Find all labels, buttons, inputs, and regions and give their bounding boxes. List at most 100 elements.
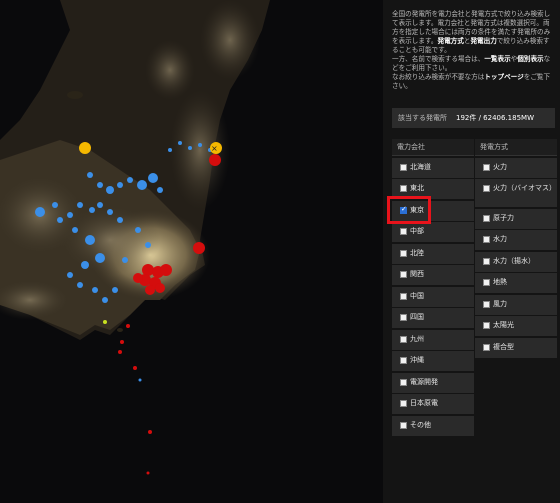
marker[interactable] bbox=[118, 350, 122, 354]
company-option[interactable]: 東京 bbox=[392, 200, 474, 221]
marker[interactable] bbox=[81, 261, 89, 269]
marker[interactable] bbox=[97, 182, 103, 188]
company-option[interactable]: 九州 bbox=[392, 329, 474, 350]
marker[interactable] bbox=[87, 172, 93, 178]
marker[interactable] bbox=[89, 207, 95, 213]
company-option[interactable]: 四国 bbox=[392, 308, 474, 328]
marker[interactable] bbox=[127, 177, 133, 183]
marker[interactable] bbox=[160, 264, 172, 276]
method-checkbox[interactable] bbox=[483, 343, 490, 351]
company-checkbox[interactable] bbox=[400, 163, 407, 171]
marker[interactable] bbox=[72, 227, 78, 233]
marker[interactable] bbox=[67, 272, 73, 278]
marker[interactable] bbox=[146, 471, 150, 475]
marker[interactable] bbox=[107, 209, 113, 215]
marker[interactable] bbox=[148, 430, 152, 434]
marker[interactable] bbox=[168, 148, 172, 152]
marker[interactable] bbox=[188, 146, 192, 150]
marker[interactable] bbox=[67, 212, 73, 218]
company-option[interactable]: その他 bbox=[392, 415, 474, 436]
company-checkbox[interactable] bbox=[400, 228, 407, 235]
company-checkbox[interactable] bbox=[400, 271, 407, 278]
marker[interactable] bbox=[137, 180, 147, 190]
company-checkbox[interactable] bbox=[400, 400, 407, 407]
marker[interactable] bbox=[126, 324, 130, 328]
marker[interactable] bbox=[193, 242, 205, 254]
marker[interactable] bbox=[138, 378, 142, 382]
company-checkbox[interactable] bbox=[400, 185, 407, 192]
method-checkbox[interactable] bbox=[483, 279, 490, 286]
top-page-link[interactable]: トップページ bbox=[484, 73, 523, 81]
method-option[interactable]: 太陽光 bbox=[475, 316, 557, 336]
marker[interactable] bbox=[120, 340, 124, 344]
method-option[interactable]: 原子力 bbox=[475, 208, 557, 229]
company-checkbox[interactable] bbox=[400, 378, 407, 386]
marker[interactable] bbox=[133, 273, 143, 283]
method-checkbox[interactable] bbox=[483, 322, 490, 329]
detail-view-link[interactable]: 個別表示 bbox=[517, 55, 543, 63]
marker[interactable] bbox=[106, 186, 114, 194]
company-checkbox[interactable] bbox=[400, 335, 407, 343]
marker[interactable] bbox=[92, 287, 98, 293]
method-option[interactable]: 風力 bbox=[475, 294, 557, 315]
method-option[interactable]: 地熱 bbox=[475, 273, 557, 293]
marker[interactable] bbox=[122, 257, 128, 263]
company-option[interactable]: 中部 bbox=[392, 222, 474, 242]
method-option[interactable]: 水力 bbox=[475, 230, 557, 250]
method-checkbox[interactable] bbox=[483, 257, 490, 265]
company-option[interactable]: 関西 bbox=[392, 265, 474, 285]
marker[interactable] bbox=[57, 217, 63, 223]
marker[interactable] bbox=[35, 207, 45, 217]
company-option[interactable]: 東北 bbox=[392, 179, 474, 199]
company-option[interactable]: 北海道 bbox=[392, 157, 474, 178]
company-option[interactable]: 中国 bbox=[392, 286, 474, 307]
desc-line2a: 一方、名前で検索する場合は、 bbox=[392, 55, 485, 63]
marker[interactable] bbox=[155, 283, 165, 293]
marker[interactable] bbox=[112, 287, 118, 293]
marker[interactable] bbox=[95, 253, 105, 263]
marker[interactable] bbox=[52, 202, 58, 208]
method-checkbox[interactable] bbox=[483, 185, 490, 192]
marker[interactable] bbox=[79, 142, 91, 154]
company-option[interactable]: 日本原電 bbox=[392, 394, 474, 414]
marker[interactable] bbox=[145, 242, 151, 248]
company-option[interactable]: 沖縄 bbox=[392, 351, 474, 371]
power-plant-map[interactable]: × bbox=[0, 0, 383, 503]
marker[interactable] bbox=[209, 154, 221, 166]
marker[interactable] bbox=[85, 235, 95, 245]
method-checkbox[interactable] bbox=[483, 300, 490, 308]
company-checkbox[interactable] bbox=[400, 357, 407, 364]
method-option[interactable]: 火力（バイオマス） bbox=[475, 179, 557, 207]
company-checkbox[interactable] bbox=[400, 205, 407, 214]
method-checkbox[interactable] bbox=[483, 214, 490, 222]
method-checkbox[interactable] bbox=[483, 236, 490, 243]
map-canvas[interactable]: × bbox=[0, 0, 383, 503]
company-option[interactable]: 電源開発 bbox=[392, 372, 474, 393]
marker[interactable] bbox=[135, 227, 141, 233]
company-checkbox[interactable] bbox=[400, 314, 407, 321]
method-option[interactable]: 水力（揚水） bbox=[475, 251, 557, 272]
marker[interactable] bbox=[198, 143, 202, 147]
method-label: 複合型 bbox=[493, 342, 514, 351]
marker[interactable] bbox=[117, 182, 123, 188]
marker[interactable] bbox=[145, 285, 155, 295]
company-option[interactable]: 北陸 bbox=[392, 243, 474, 264]
marker[interactable] bbox=[77, 202, 83, 208]
method-option[interactable]: 複合型 bbox=[475, 337, 557, 358]
marker[interactable] bbox=[148, 173, 158, 183]
company-label: 北陸 bbox=[410, 248, 424, 257]
marker[interactable] bbox=[102, 297, 108, 303]
marker[interactable] bbox=[178, 141, 182, 145]
marker[interactable] bbox=[77, 282, 83, 288]
company-checkbox[interactable] bbox=[400, 249, 407, 257]
marker[interactable] bbox=[133, 366, 137, 370]
company-checkbox[interactable] bbox=[400, 292, 407, 300]
marker[interactable] bbox=[103, 320, 107, 324]
marker[interactable] bbox=[97, 202, 103, 208]
marker[interactable] bbox=[117, 217, 123, 223]
method-option[interactable]: 火力 bbox=[475, 157, 557, 178]
marker[interactable] bbox=[157, 187, 163, 193]
list-view-link[interactable]: 一覧表示 bbox=[484, 55, 510, 63]
company-checkbox[interactable] bbox=[400, 421, 407, 429]
method-checkbox[interactable] bbox=[483, 163, 490, 171]
